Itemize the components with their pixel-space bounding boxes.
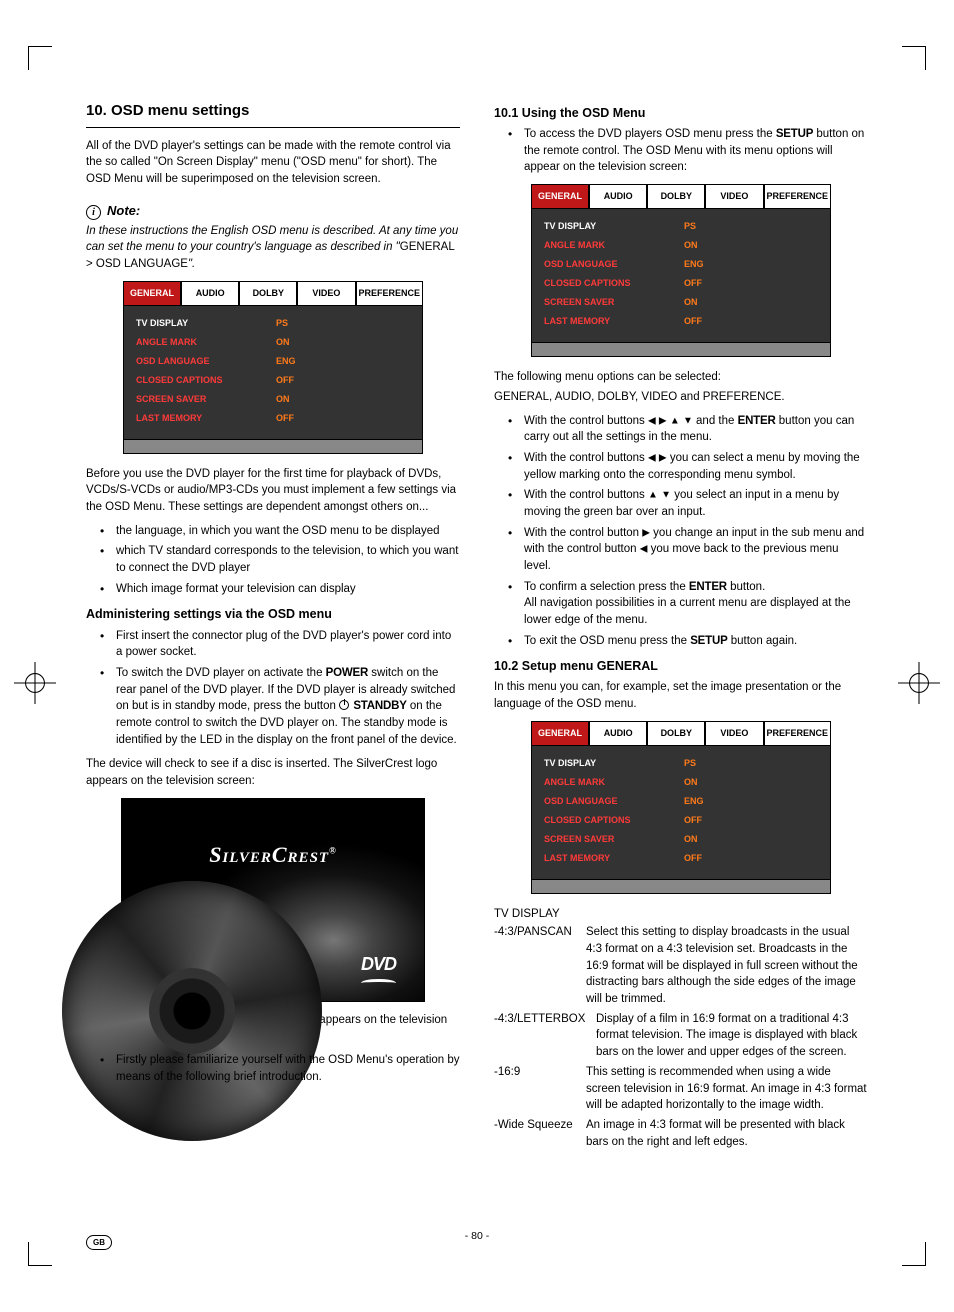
arrow-left-icon: ◀ (648, 415, 656, 426)
registration-mark-right (898, 662, 940, 710)
page-number: - 80 - (0, 1229, 954, 1244)
osd-menu-figure-3: GENERAL AUDIO DOLBY VIDEO PREFERENCE TV … (531, 721, 831, 894)
admin-list: First insert the connector plug of the D… (100, 628, 460, 749)
tv-display-definitions: -4:3/PANSCANSelect this setting to displ… (494, 924, 868, 1150)
menu-list: GENERAL, AUDIO, DOLBY, VIDEO and PREFERE… (494, 389, 868, 406)
brand-logo: SilverCrest® (122, 839, 424, 871)
left-column: 10. OSD menu settings All of the DVD pla… (86, 100, 460, 1202)
arrow-up-icon: ▲ (670, 415, 680, 426)
registration-mark-left (14, 662, 56, 710)
dvd-logo: DVD (361, 951, 396, 982)
using-osd-list: To access the DVD players OSD menu press… (508, 126, 868, 176)
osd-tab-video: VIDEO (297, 281, 355, 305)
admin-heading: Administering settings via the OSD menu (86, 605, 460, 623)
pre-first-use: Before you use the DVD player for the fi… (86, 466, 460, 516)
osd-tab-preference: PREFERENCE (356, 281, 424, 305)
familiarize-list: Firstly please familiarize yourself with… (100, 1052, 460, 1085)
heading-10: 10. OSD menu settings (86, 100, 460, 128)
dvd-disc-graphic (62, 881, 322, 1141)
power-icon (339, 700, 349, 710)
menu-select-intro: The following menu options can be select… (494, 369, 868, 386)
control-list: With the control buttons ◀ ▶ ▲ ▼ and the… (508, 413, 868, 650)
intro-paragraph: All of the DVD player's settings can be … (86, 138, 460, 188)
heading-10-1: 10.1 Using the OSD Menu (494, 104, 868, 122)
check-disc: The device will check to see if a disc i… (86, 756, 460, 789)
splash-screen-photo: SilverCrest® DVD (121, 798, 425, 1002)
heading-10-2: 10.2 Setup menu GENERAL (494, 657, 868, 675)
note-body: In these instructions the English OSD me… (86, 223, 460, 273)
s102-intro: In this menu you can, for example, set t… (494, 679, 868, 712)
tv-display-head: TV DISPLAY (494, 906, 868, 923)
osd-tab-audio: AUDIO (181, 281, 239, 305)
osd-menu-figure-1: GENERAL AUDIO DOLBY VIDEO PREFERENCE TV … (123, 281, 423, 454)
osd-tab-dolby: DOLBY (239, 281, 297, 305)
region-badge: GB (86, 1235, 112, 1250)
right-column: 10.1 Using the OSD Menu To access the DV… (494, 100, 868, 1202)
info-icon: i (86, 205, 101, 220)
osd-tab-general: GENERAL (123, 281, 181, 305)
arrow-right-icon: ▶ (659, 415, 667, 426)
note-label: Note: (107, 202, 140, 221)
dependency-list: the language, in which you want the OSD … (100, 523, 460, 598)
osd-menu-figure-2: GENERAL AUDIO DOLBY VIDEO PREFERENCE TV … (531, 184, 831, 357)
arrow-down-icon: ▼ (683, 415, 693, 426)
